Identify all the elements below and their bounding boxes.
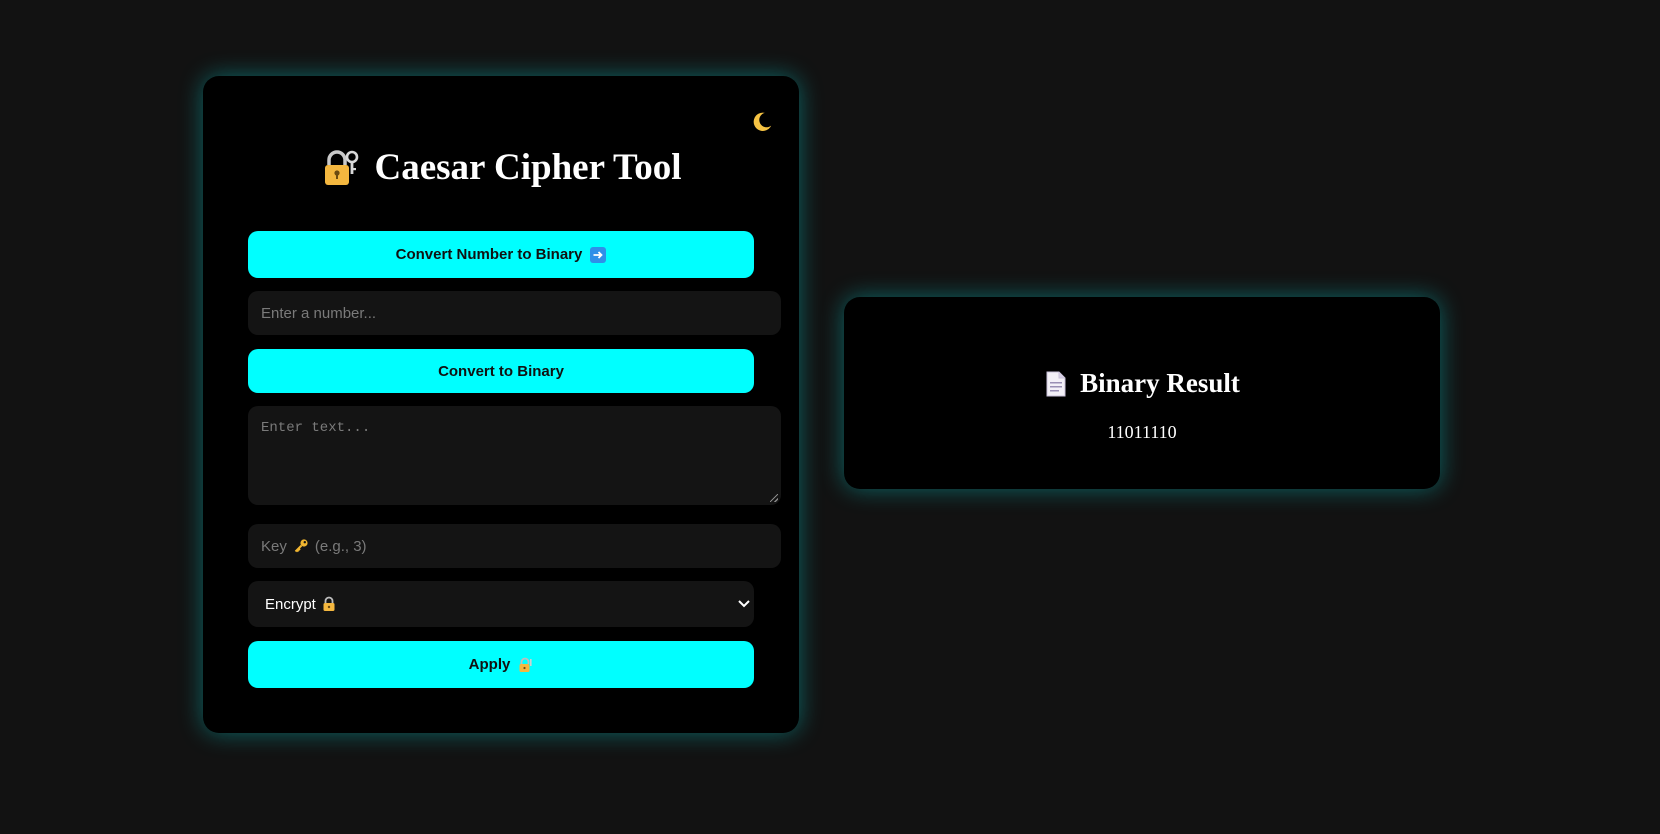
- lock-icon: [322, 596, 336, 612]
- key-icon: [293, 538, 309, 554]
- apply-button[interactable]: Apply: [248, 641, 754, 688]
- chevron-down-icon: [738, 600, 750, 608]
- text-input-area[interactable]: Enter text...: [248, 406, 781, 505]
- page-title-text: Caesar Cipher Tool: [374, 147, 682, 188]
- result-title: Binary Result: [844, 368, 1440, 399]
- locked-with-key-icon: [518, 657, 533, 673]
- theme-toggle-button[interactable]: [748, 110, 776, 138]
- binary-result-value: 11011110: [1107, 422, 1177, 442]
- page-title: Caesar Cipher Tool: [203, 146, 799, 189]
- number-input[interactable]: Enter a number...: [248, 291, 781, 335]
- key-input-placeholder-end: (e.g., 3): [314, 537, 367, 555]
- number-input-placeholder: Enter a number...: [261, 304, 377, 322]
- mode-select-value: Encrypt: [265, 595, 316, 613]
- convert-number-to-binary-button[interactable]: Convert Number to Binary: [248, 231, 754, 278]
- right-arrow-icon: [590, 246, 607, 263]
- mode-select[interactable]: Encrypt: [248, 581, 754, 627]
- crescent-moon-icon: [751, 111, 773, 138]
- text-input-placeholder: Enter text...: [261, 420, 371, 436]
- apply-button-label: Apply: [468, 656, 511, 673]
- convert-binary-button-label: Convert to Binary: [438, 362, 564, 380]
- convert-to-binary-button[interactable]: Convert to Binary: [248, 349, 754, 393]
- result-title-text: Binary Result: [1080, 368, 1240, 398]
- key-input-placeholder-start: Key: [261, 537, 287, 555]
- convert-number-button-label: Convert Number to Binary: [395, 246, 583, 263]
- locked-with-key-icon: [320, 148, 360, 188]
- page-icon: [1044, 370, 1068, 398]
- key-input[interactable]: Key (e.g., 3): [248, 524, 781, 568]
- resize-handle[interactable]: [770, 494, 778, 502]
